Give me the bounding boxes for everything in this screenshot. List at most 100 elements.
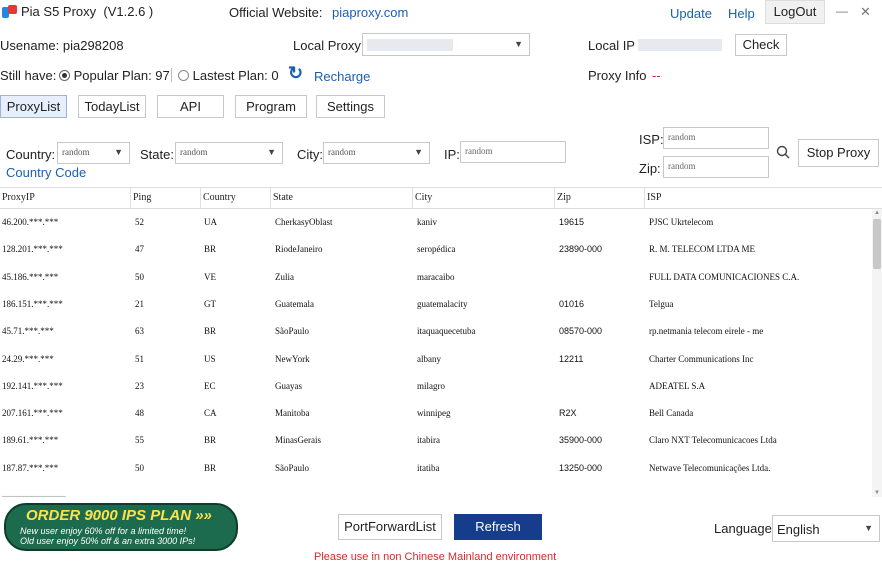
table-cell-zip: R2X <box>559 408 577 419</box>
table-cell-isp: Claro NXT Telecomunicacoes Ltda <box>649 435 777 446</box>
state-select[interactable]: random ▼ <box>175 142 283 164</box>
column-header-city[interactable]: City <box>415 192 432 203</box>
table-row[interactable]: 186.151.***.*** 21 GT Guatemala guatemalacit… <box>0 291 872 318</box>
check-button[interactable]: Check <box>735 34 787 56</box>
table-cell-proxyip: 207.161.***.*** <box>2 408 63 419</box>
table-row[interactable]: 187.87.***.*** 50 BR SãoPaulo itatiba 13250-0… <box>0 455 872 482</box>
column-header-zip[interactable]: Zip <box>557 192 571 203</box>
table-cell-isp: Charter Communications Inc <box>649 353 754 364</box>
refresh-arrow-icon[interactable]: ↻ <box>288 63 303 84</box>
table-row[interactable]: 45.186.***.*** 50 VE Zulia maracaibo FULL DAT… <box>0 264 872 291</box>
table-cell-ping: 21 <box>135 298 144 309</box>
popular-plan-radio[interactable]: Popular Plan: 97 <box>59 68 170 83</box>
table-row[interactable]: 192.141.***.*** 23 EC Guayas milagro ADEATEL … <box>0 373 872 400</box>
table-row[interactable]: 24.29.***.*** 51 US NewYork albany 12211 Chart… <box>0 346 872 373</box>
proxy-table: 46.200.***.*** 52 UA CherkasyOblast kaniv 196… <box>0 209 872 497</box>
tab-api[interactable]: API <box>157 95 224 118</box>
table-cell-country: CA <box>204 408 217 419</box>
table-cell-state: RiodeJaneiro <box>275 244 323 255</box>
scroll-thumb[interactable] <box>873 219 881 269</box>
refresh-button[interactable]: Refresh <box>454 514 542 540</box>
column-header-state[interactable]: State <box>273 192 293 203</box>
minimize-icon[interactable]: — <box>836 4 848 18</box>
table-cell-country: US <box>204 353 216 364</box>
table-row[interactable]: 207.161.***.*** 48 CA Manitoba winnipeg R2X Be… <box>0 400 872 427</box>
country-label: Country: <box>6 147 56 162</box>
column-header-proxyip[interactable]: ProxyIP <box>2 192 35 203</box>
column-header-ping[interactable]: Ping <box>133 192 151 203</box>
table-cell-city: itaquaquecetuba <box>417 326 476 337</box>
isp-input[interactable]: random <box>663 127 769 149</box>
scroll-up-icon[interactable]: ▲ <box>874 210 880 216</box>
table-cell-country: UA <box>204 217 217 227</box>
table-cell-country: BR <box>204 244 217 255</box>
state-label: State: <box>140 147 174 162</box>
tab-proxylist[interactable]: ProxyList <box>0 95 67 118</box>
table-row[interactable]: 45.71.***.*** 63 BR SãoPaulo itaquaquecetuba… <box>0 318 872 345</box>
language-label: Language <box>714 521 772 536</box>
table-cell-proxyip: 192.141.***.*** <box>2 380 63 391</box>
table-cell-state: Zulia <box>275 271 294 282</box>
column-header-country[interactable]: Country <box>203 192 236 203</box>
table-cell-proxyip: 128.201.***.*** <box>2 244 63 255</box>
table-row[interactable]: 46.200.***.*** 52 UA CherkasyOblast kaniv 196… <box>0 209 872 236</box>
country-select[interactable]: random ▼ <box>57 142 130 164</box>
search-icon[interactable] <box>776 145 790 162</box>
table-cell-city: winnipeg <box>417 408 451 419</box>
table-cell-ping: 63 <box>135 326 144 337</box>
table-cell-zip: 35900-000 <box>559 435 603 446</box>
chevron-down-icon: ▼ <box>414 147 423 157</box>
table-cell-isp: Telgua <box>649 298 674 309</box>
table-cell-city: itabira <box>417 435 440 446</box>
table-cell-state: Manitoba <box>275 408 310 419</box>
close-icon[interactable]: ✕ <box>860 4 871 20</box>
table-cell-city: milagro <box>417 380 445 391</box>
table-row[interactable]: 189.61.***.*** 55 BR MinasGerais itabira 3590… <box>0 427 872 454</box>
zip-input[interactable]: random <box>663 156 769 178</box>
country-code-link[interactable]: Country Code <box>6 165 86 180</box>
stop-proxy-button[interactable]: Stop Proxy <box>798 139 879 167</box>
proxy-info-label: Proxy Info <box>588 68 647 83</box>
table-cell-ping: 48 <box>135 408 144 419</box>
table-row[interactable]: 128.201.***.*** 47 BR RiodeJaneiro seropédic… <box>0 236 872 263</box>
table-cell-country: EC <box>204 380 216 391</box>
table-cell-zip: 12211 <box>559 353 584 364</box>
table-cell-isp: ADEATEL S.A <box>649 380 706 391</box>
city-select[interactable]: random ▼ <box>323 142 430 164</box>
table-cell-ping: 47 <box>135 244 144 255</box>
vertical-scrollbar[interactable]: ▲ ▼ <box>872 209 882 497</box>
table-cell-ping: 55 <box>135 435 144 446</box>
website-link[interactable]: piaproxy.com <box>332 5 408 20</box>
table-cell-city: kaniv <box>417 217 437 227</box>
logout-button[interactable]: LogOut <box>765 0 825 24</box>
tab-program[interactable]: Program <box>235 95 307 118</box>
tab-settings[interactable]: Settings <box>316 95 385 118</box>
table-cell-city: seropédica <box>417 244 456 255</box>
help-link[interactable]: Help <box>728 6 755 21</box>
scroll-down-icon[interactable]: ▼ <box>874 490 880 496</box>
table-row-partial[interactable]: ────────── <box>0 483 872 497</box>
table-cell-country: GT <box>204 298 216 309</box>
recharge-link[interactable]: Recharge <box>314 69 370 84</box>
table-cell-country: BR <box>204 462 217 473</box>
language-select[interactable]: English ▼ <box>772 515 880 542</box>
update-link[interactable]: Update <box>670 6 712 21</box>
table-cell-city: itatiba <box>417 462 440 473</box>
table-cell-state: Guatemala <box>275 298 314 309</box>
port-forward-list-button[interactable]: PortForwardList <box>338 514 442 540</box>
table-cell-ping: 50 <box>135 271 144 282</box>
column-header-isp[interactable]: ISP <box>647 192 661 203</box>
table-cell-city: albany <box>417 353 441 364</box>
lastest-plan-radio[interactable]: Lastest Plan: 0 <box>178 68 279 83</box>
table-cell-zip: 08570-000 <box>559 326 603 337</box>
table-cell-isp: Bell Canada <box>649 408 694 419</box>
table-cell-state: NewYork <box>275 353 310 364</box>
table-header: ProxyIP Ping Country State City Zip ISP <box>0 187 882 209</box>
local-proxy-select[interactable]: ▼ <box>362 33 530 56</box>
tab-todaylist[interactable]: TodayList <box>78 95 146 118</box>
table-cell-country: VE <box>204 271 216 282</box>
app-logo-icon <box>2 5 18 19</box>
promo-banner[interactable]: ORDER 9000 IPS PLAN »» New user enjoy 60… <box>4 503 238 551</box>
isp-label: ISP: <box>639 132 664 147</box>
ip-input[interactable]: random <box>460 141 566 163</box>
